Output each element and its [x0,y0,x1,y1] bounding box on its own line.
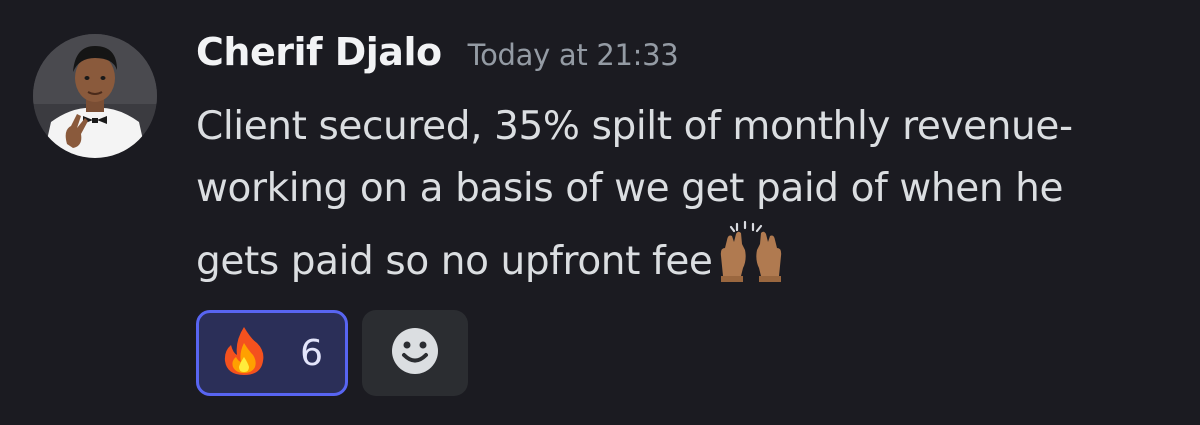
message-header: Cherif Djalo Today at 21:33 [196,30,679,90]
username[interactable]: Cherif Djalo [196,30,442,74]
avatar-image [33,34,157,158]
message-content: Client secured, 35% spilt of monthly rev… [196,96,1186,284]
message-line: Client secured, 35% spilt of monthly rev… [196,104,1073,149]
smiley-face-icon [390,326,440,380]
message-line-last: gets paid so no upfront fee [196,220,1186,284]
chat-message: Cherif Djalo Today at 21:33 Client secur… [0,0,1200,425]
timestamp[interactable]: Today at 21:33 [468,38,679,72]
raising-hands-icon [715,220,787,301]
reaction-fire[interactable]: 6 [196,310,348,396]
message-line-text: gets paid so no upfront fee [196,239,713,284]
reaction-bar: 6 [196,310,468,396]
add-reaction-button[interactable] [362,310,468,396]
avatar[interactable] [33,34,157,158]
message-line: working on a basis of we get paid of whe… [196,166,1064,211]
fire-icon [221,325,267,381]
reaction-count: 6 [300,332,323,374]
